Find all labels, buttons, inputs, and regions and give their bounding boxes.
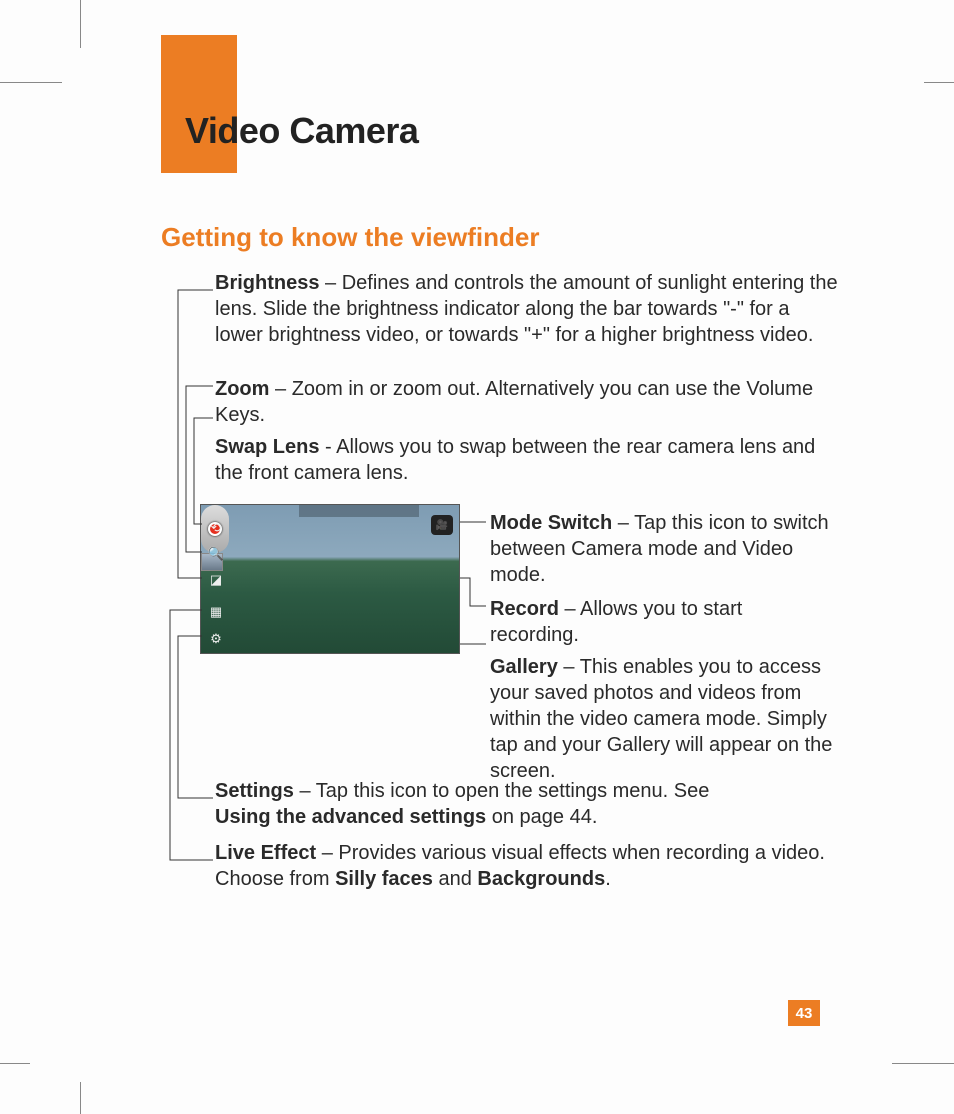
callout-swap-lens: Swap Lens - Allows you to swap between t… (161, 434, 841, 486)
description-part: Tap this icon to open the settings menu.… (316, 780, 710, 802)
term: Brightness (215, 272, 319, 294)
term: Gallery (490, 656, 558, 678)
status-bar (299, 505, 419, 517)
description-part: on page 44. (486, 806, 597, 828)
crop-mark (892, 1063, 954, 1064)
settings-icon: ⚙ (207, 630, 225, 648)
callout-record: Record – Allows you to start recording. (490, 596, 835, 648)
top-callouts: Brightness – Defines and controls the am… (161, 270, 841, 492)
bold-ref: Backgrounds (477, 868, 605, 890)
crop-mark (80, 1082, 81, 1114)
term: Zoom (215, 378, 269, 400)
separator: – (559, 598, 580, 620)
separator: - (319, 436, 336, 458)
page-number: 43 (788, 1000, 820, 1026)
separator: – (269, 378, 291, 400)
callout-brightness: Brightness – Defines and controls the am… (161, 270, 841, 348)
crop-mark (924, 82, 954, 83)
description-part: and (433, 868, 477, 890)
mode-switch-icon: 🎥 (431, 515, 453, 535)
callout-gallery: Gallery – This enables you to access you… (490, 654, 835, 784)
section-title: Getting to know the viewfinder (161, 222, 539, 253)
title-accent-block (161, 35, 237, 173)
bold-ref: Using the advanced settings (215, 806, 486, 828)
crop-mark (80, 0, 81, 48)
term: Live Effect (215, 842, 316, 864)
live-effect-icon: ▦ (207, 603, 225, 621)
bottom-callouts: Settings – Tap this icon to open the set… (161, 778, 841, 898)
callout-settings: Settings – Tap this icon to open the set… (161, 778, 841, 830)
term: Mode Switch (490, 512, 612, 534)
description-part: . (605, 868, 611, 890)
crop-mark (0, 82, 62, 83)
separator: – (612, 512, 634, 534)
callout-mode-switch: Mode Switch – Tap this icon to switch be… (490, 510, 835, 588)
term: Swap Lens (215, 436, 319, 458)
callout-live-effect: Live Effect – Provides various visual ef… (161, 840, 841, 892)
right-callouts: Mode Switch – Tap this icon to switch be… (490, 510, 835, 790)
zoom-icon: 🔍 (207, 545, 225, 563)
separator: – (294, 780, 316, 802)
term: Settings (215, 780, 294, 802)
crop-mark (0, 1063, 30, 1064)
separator: – (558, 656, 580, 678)
viewfinder-mockup: ⟲ 🔍 ◪ ▦ ⚙ 🎥 (200, 504, 460, 654)
separator: – (316, 842, 338, 864)
callout-zoom: Zoom – Zoom in or zoom out. Alternativel… (161, 376, 841, 428)
separator: – (319, 272, 341, 294)
swap-lens-icon: ⟲ (207, 519, 225, 537)
term: Record (490, 598, 559, 620)
bold-ref: Silly faces (335, 868, 433, 890)
page-title: Video Camera (185, 110, 418, 152)
brightness-icon: ◪ (207, 571, 225, 589)
description: Zoom in or zoom out. Alternatively you c… (215, 378, 813, 426)
